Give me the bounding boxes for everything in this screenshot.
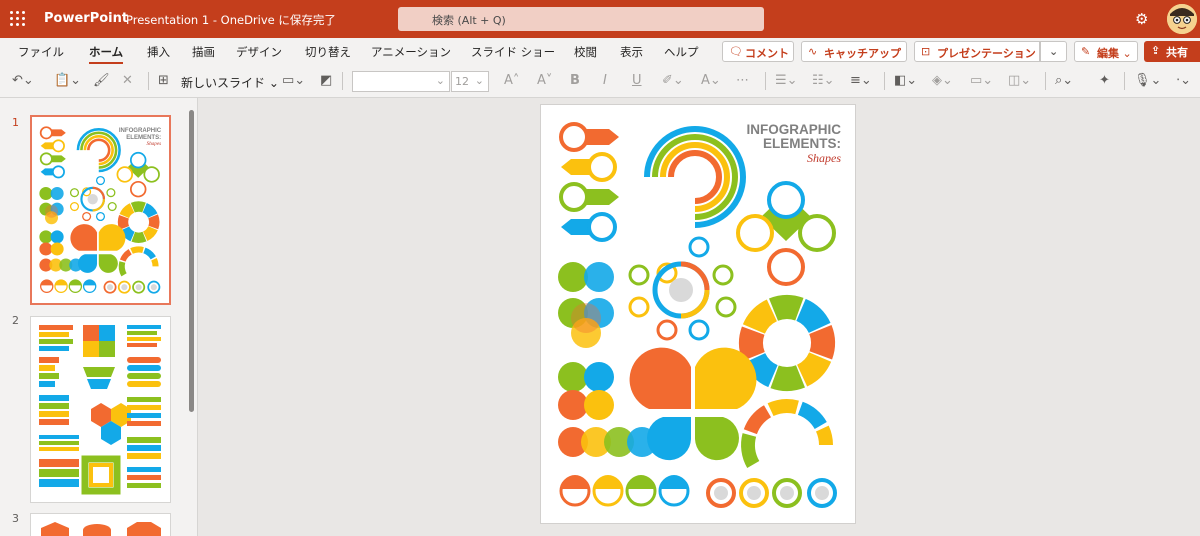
slide-number: 1 <box>12 116 19 129</box>
svg-text:Shapes: Shapes <box>146 141 161 147</box>
new-slide-button[interactable]: 新しいスライド ⌄ <box>181 74 279 91</box>
svg-text:INFOGRAPHIC: INFOGRAPHIC <box>119 128 162 134</box>
underline-icon[interactable]: U <box>632 73 642 88</box>
pencil-icon: ✎ <box>1081 45 1091 58</box>
avatar[interactable] <box>1167 4 1197 34</box>
highlight-icon[interactable]: ✐⌄ <box>662 73 684 88</box>
font-size-input[interactable]: 12 ⌄ <box>451 71 489 92</box>
italic-icon[interactable]: I <box>603 73 607 88</box>
tab-insert[interactable]: 挿入 <box>147 44 170 60</box>
more-icon[interactable]: ⋯ <box>736 73 749 88</box>
shapes-icon[interactable]: ◧⌄ <box>894 73 917 88</box>
overflow-icon[interactable]: ⋅⌄ <box>1176 73 1191 88</box>
outline-icon[interactable]: ▭⌄ <box>970 73 993 88</box>
tab-transitions[interactable]: 切り替え <box>305 44 351 60</box>
align-icon[interactable]: ≡⌄ <box>850 73 872 88</box>
share-label: 共有 <box>1166 46 1188 59</box>
separator <box>148 72 149 90</box>
edit-label: 編集 <box>1097 47 1119 60</box>
shrink-font-icon[interactable]: A˅ <box>537 73 552 88</box>
slide-number: 3 <box>12 512 19 525</box>
home-toolbar: ↶⌄ 📋⌄ 🖌 ✕ ⊞ 新しいスライド ⌄ ▭⌄ ◩ ⌄ 12 ⌄ A˄ A˅ B… <box>0 64 1200 98</box>
new-slide-icon[interactable]: ⊞ <box>158 73 169 88</box>
paste-icon[interactable]: 📋⌄ <box>54 73 81 88</box>
background-icon[interactable]: ◩ <box>320 73 332 88</box>
comment-label: コメント <box>745 47 789 60</box>
comment-button[interactable]: 🗨 コメント <box>722 41 794 62</box>
slide-subtitle: Shapes <box>807 151 841 165</box>
tab-draw[interactable]: 描画 <box>192 44 215 60</box>
tab-animations[interactable]: アニメーション <box>371 44 451 60</box>
slide-number: 2 <box>12 314 19 327</box>
edit-mode-button[interactable]: ✎ 編集 ⌄ <box>1074 41 1138 62</box>
separator <box>884 72 885 90</box>
bold-icon[interactable]: B <box>570 73 580 88</box>
present-label: プレゼンテーション <box>937 47 1036 60</box>
separator <box>342 72 343 90</box>
font-size-value: 12 <box>455 75 469 88</box>
designer-icon[interactable]: ✦ <box>1099 73 1110 88</box>
separator <box>765 72 766 90</box>
dictate-icon[interactable]: 🎙⌄ <box>1134 73 1161 88</box>
tab-review[interactable]: 校閲 <box>574 44 597 60</box>
share-icon: ⇪ <box>1151 44 1161 57</box>
format-painter-icon[interactable]: 🖌 <box>93 73 110 88</box>
tab-home[interactable]: ホーム <box>89 44 123 60</box>
grow-font-icon[interactable]: A˄ <box>504 73 519 88</box>
present-icon: ⊡ <box>921 45 931 58</box>
slide-thumbnail-1[interactable]: INFOGRAPHIC ELEMENTS: Shapes <box>30 115 171 305</box>
document-title[interactable]: Presentation 1 - OneDrive に保存完了 <box>126 12 336 28</box>
tab-file[interactable]: ファイル <box>18 44 64 60</box>
app-name[interactable]: PowerPoint <box>44 11 128 26</box>
slide-title-line1: INFOGRAPHIC <box>746 122 842 137</box>
new-slide-label: 新しいスライド <box>181 76 266 90</box>
gear-icon[interactable]: ⚙ <box>1135 10 1148 28</box>
share-button[interactable]: ⇪ 共有 <box>1144 41 1200 62</box>
svg-text:ELEMENTS:: ELEMENTS: <box>126 135 161 141</box>
search-box[interactable]: 検索 (Alt + Q) <box>398 7 764 31</box>
current-slide[interactable]: INFOGRAPHIC ELEMENTS: Shapes <box>540 104 856 524</box>
tab-design[interactable]: デザイン <box>236 44 282 60</box>
find-icon[interactable]: ⌕⌄ <box>1055 73 1073 88</box>
bullets-icon[interactable]: ☰⌄ <box>775 73 798 88</box>
font-color-icon[interactable]: A⌄ <box>701 73 721 88</box>
ribbon-tabs: ファイル ホーム 挿入 描画 デザイン 切り替え アニメーション スライド ショ… <box>0 38 1200 64</box>
title-bar: PowerPoint Presentation 1 - OneDrive に保存… <box>0 0 1200 38</box>
present-button[interactable]: ⊡ プレゼンテーション <box>914 41 1040 62</box>
app-launcher-icon[interactable] <box>10 11 26 27</box>
tab-slideshow[interactable]: スライド ショー <box>471 44 555 60</box>
slide-title-line2: ELEMENTS: <box>762 136 841 151</box>
numbering-icon[interactable]: ☷⌄ <box>812 73 835 88</box>
font-name-input[interactable]: ⌄ <box>352 71 450 92</box>
tab-help[interactable]: ヘルプ <box>664 44 699 60</box>
pulse-icon: ∿ <box>808 45 818 58</box>
separator <box>1124 72 1125 90</box>
delete-icon[interactable]: ✕ <box>122 73 133 88</box>
slide-thumbnail-2[interactable] <box>30 316 171 503</box>
slide-thumbnail-pane: 1 INFOGRAPHIC ELEMENTS: Shapes 2 3 <box>0 98 198 536</box>
arrange-icon[interactable]: ◫⌄ <box>1008 73 1031 88</box>
comment-icon: 🗨 <box>729 45 743 58</box>
present-dropdown[interactable]: ⌄ <box>1040 41 1067 62</box>
undo-icon[interactable]: ↶⌄ <box>12 73 34 88</box>
layout-icon[interactable]: ▭⌄ <box>282 73 305 88</box>
catchup-button[interactable]: ∿ キャッチアップ <box>801 41 907 62</box>
search-placeholder: 検索 (Alt + Q) <box>432 14 506 27</box>
separator <box>1045 72 1046 90</box>
catchup-label: キャッチアップ <box>824 47 901 60</box>
tab-view[interactable]: 表示 <box>620 44 643 60</box>
fill-icon[interactable]: ◈⌄ <box>932 73 953 88</box>
slide-canvas: INFOGRAPHIC ELEMENTS: Shapes <box>199 98 1200 536</box>
slide-thumbnail-3[interactable] <box>30 513 171 536</box>
thumbnail-scrollbar[interactable] <box>189 110 194 412</box>
